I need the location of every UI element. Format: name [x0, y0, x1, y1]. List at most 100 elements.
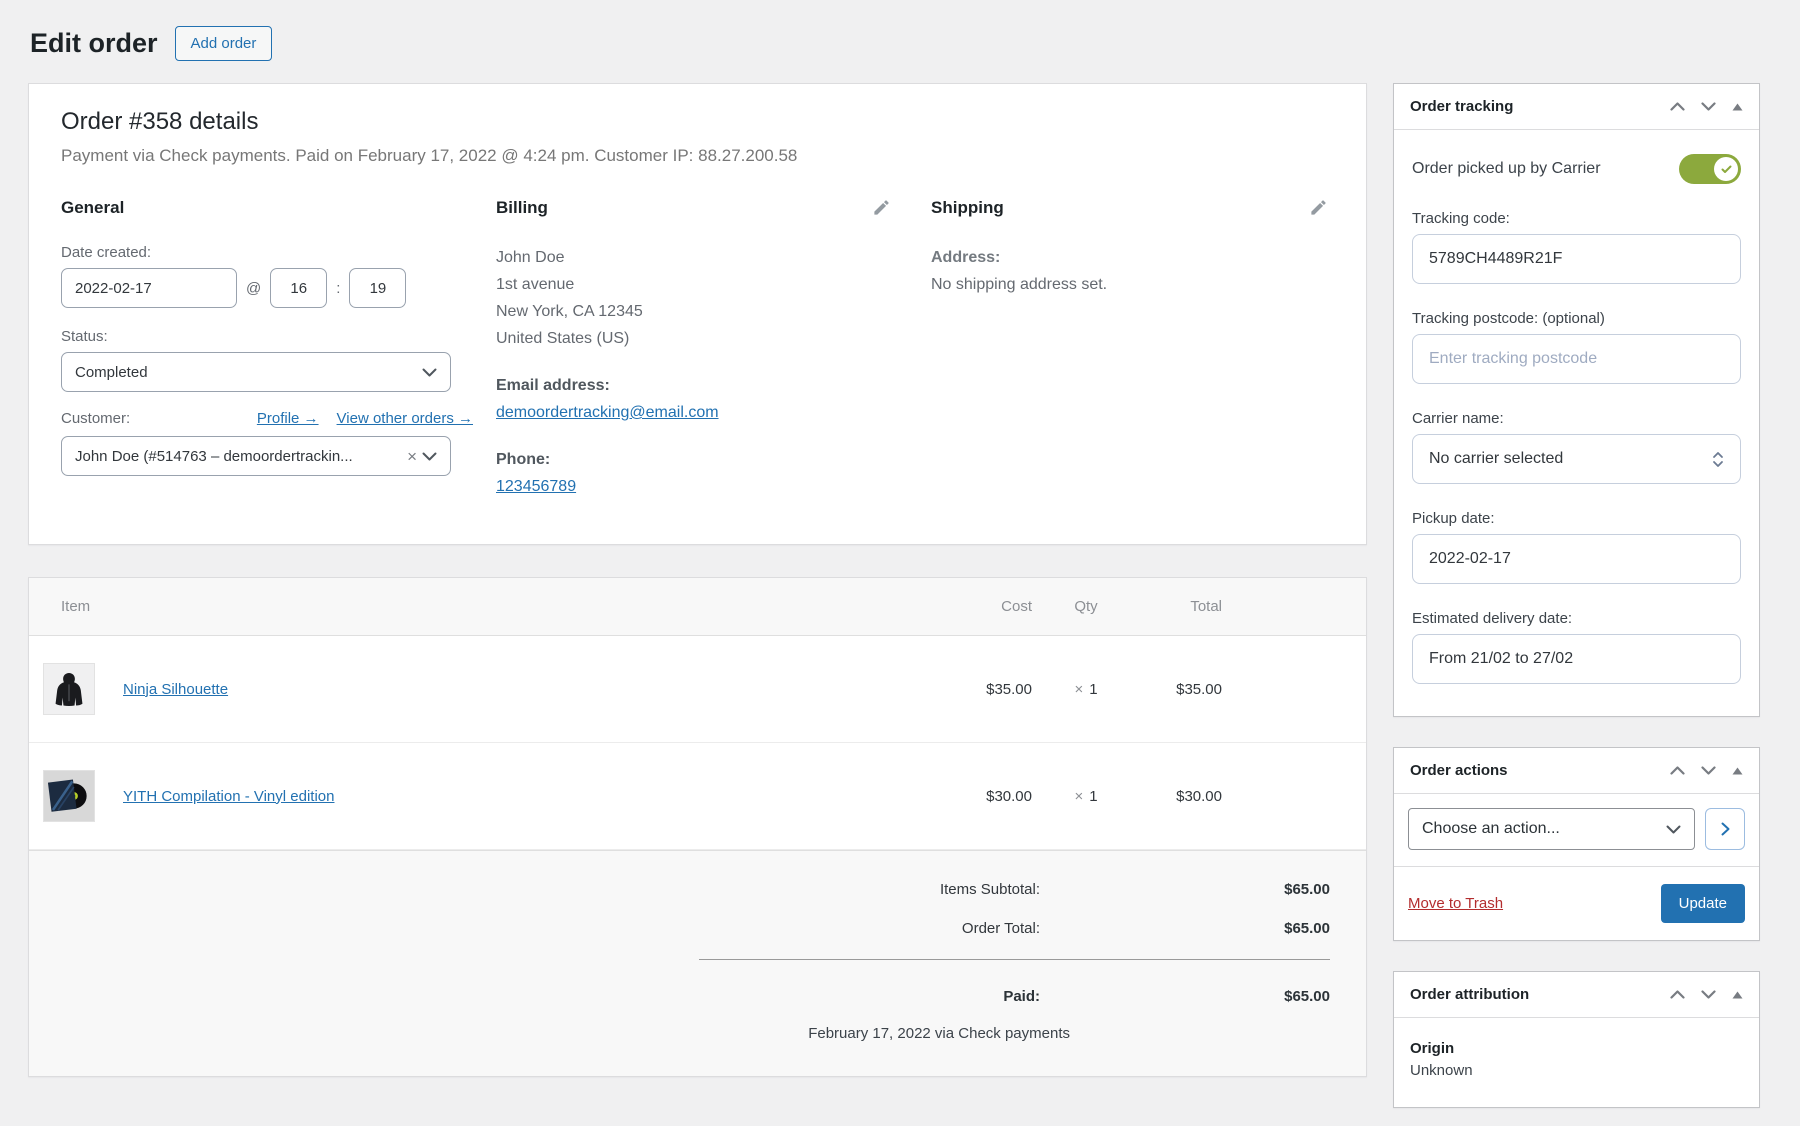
collapse-panel-button[interactable]: [1732, 103, 1743, 111]
pencil-icon: [872, 198, 891, 217]
order-details-columns: General Date created: @ : Status: Com: [61, 198, 1334, 500]
product-link[interactable]: YITH Compilation - Vinyl edition: [123, 788, 334, 805]
items-subtotal-row: Items Subtotal: $65.00: [65, 881, 1330, 898]
chevron-down-icon: [1701, 990, 1716, 999]
order-tracking-body: Order picked up by Carrier Tracking code…: [1394, 130, 1759, 716]
chevron-down-icon: [422, 368, 437, 377]
tracking-postcode-group: Tracking postcode: (optional): [1412, 310, 1741, 384]
profile-link[interactable]: Profile →: [257, 410, 319, 427]
shipping-heading: Shipping: [931, 198, 1004, 218]
billing-name: John Doe: [496, 244, 931, 271]
item-cost: $30.00: [946, 743, 1046, 850]
move-up-button[interactable]: [1670, 102, 1685, 111]
delivery-date-input[interactable]: [1412, 634, 1741, 684]
collapse-panel-button[interactable]: [1732, 767, 1743, 775]
billing-phone-link[interactable]: 123456789: [496, 478, 576, 495]
order-total-label: Order Total:: [962, 920, 1040, 937]
triangle-up-icon: [1732, 767, 1743, 775]
paid-value: $65.00: [1040, 988, 1330, 1005]
general-section: General Date created: @ : Status: Com: [61, 198, 496, 500]
origin-value: Unknown: [1410, 1062, 1743, 1079]
cost-column-header: Cost: [946, 578, 1046, 636]
triangle-up-icon: [1732, 103, 1743, 111]
billing-phone-label: Phone:: [496, 446, 931, 473]
move-to-trash-link[interactable]: Move to Trash: [1408, 895, 1503, 912]
carrier-select[interactable]: No carrier selected: [1412, 434, 1741, 484]
pickup-date-input[interactable]: [1412, 534, 1741, 584]
billing-address-line: United States (US): [496, 325, 931, 352]
product-thumbnail-vinyl: [43, 770, 95, 822]
shipping-section: Shipping Address: No shipping address se…: [931, 198, 1334, 500]
picked-up-toggle[interactable]: [1679, 154, 1741, 184]
chevron-right-icon: [1721, 822, 1730, 836]
customer-select[interactable]: John Doe (#514763 – demoordertrackin... …: [61, 436, 451, 476]
order-totals: Items Subtotal: $65.00 Order Total: $65.…: [29, 850, 1366, 1076]
move-up-button[interactable]: [1670, 990, 1685, 999]
order-action-select-value: Choose an action...: [1422, 820, 1560, 838]
update-button[interactable]: Update: [1661, 884, 1745, 923]
shipping-address-value: No shipping address set.: [931, 271, 1334, 298]
items-subtotal-label: Items Subtotal:: [940, 881, 1040, 898]
billing-email-link[interactable]: demoordertracking@email.com: [496, 404, 719, 421]
date-created-row: @ :: [61, 268, 496, 308]
vinyl-image: [48, 775, 90, 817]
items-header-row: Item Cost Qty Total: [29, 578, 1366, 636]
order-details-title: Order #358 details: [61, 108, 1334, 136]
qty-column-header: Qty: [1046, 578, 1126, 636]
move-down-button[interactable]: [1701, 102, 1716, 111]
item-column-header: Item: [29, 578, 946, 636]
edit-billing-button[interactable]: [872, 198, 891, 217]
delivery-date-label: Estimated delivery date:: [1412, 610, 1741, 627]
shipping-section-head: Shipping: [931, 198, 1334, 220]
billing-address-line: 1st avenue: [496, 271, 931, 298]
order-attribution-body: Origin Unknown: [1394, 1018, 1759, 1107]
status-select-value: Completed: [75, 364, 416, 381]
page-title: Edit order: [30, 28, 158, 59]
table-row: Ninja Silhouette $35.00 ×1 $35.00: [29, 636, 1366, 743]
order-items-table: Item Cost Qty Total: [29, 578, 1366, 850]
billing-email-label: Email address:: [496, 372, 931, 399]
view-other-orders-link[interactable]: View other orders →: [337, 410, 473, 427]
order-action-select[interactable]: Choose an action...: [1408, 808, 1695, 850]
customer-select-value: John Doe (#514763 – demoordertrackin...: [75, 448, 401, 465]
sidebar: Order tracking Order picked up by Carrie…: [1393, 83, 1760, 1108]
paid-row: Paid: $65.00: [699, 988, 1330, 1005]
tracking-postcode-input[interactable]: [1412, 334, 1741, 384]
billing-section-head: Billing: [496, 198, 931, 220]
date-created-input[interactable]: [61, 268, 237, 308]
add-order-button[interactable]: Add order: [175, 26, 273, 61]
general-section-head: General: [61, 198, 496, 220]
apply-action-button[interactable]: [1705, 808, 1745, 850]
select-updown-icon: [1712, 451, 1724, 468]
product-link[interactable]: Ninja Silhouette: [123, 681, 228, 698]
clear-selection-icon[interactable]: ×: [407, 448, 417, 465]
origin-label: Origin: [1410, 1040, 1743, 1057]
order-details-panel: Order #358 details Payment via Check pay…: [28, 83, 1367, 545]
move-down-button[interactable]: [1701, 766, 1716, 775]
hoodie-image: [48, 668, 90, 710]
tracking-code-input[interactable]: [1412, 234, 1741, 284]
chevron-down-icon: [1701, 102, 1716, 111]
minute-input[interactable]: [349, 268, 406, 308]
edit-shipping-button[interactable]: [1309, 198, 1328, 217]
collapse-panel-button[interactable]: [1732, 991, 1743, 999]
chevron-up-icon: [1670, 990, 1685, 999]
order-details-subtitle: Payment via Check payments. Paid on Febr…: [61, 146, 1334, 166]
move-up-button[interactable]: [1670, 766, 1685, 775]
status-select[interactable]: Completed: [61, 352, 451, 392]
pickup-date-label: Pickup date:: [1412, 510, 1741, 527]
order-attribution-panel: Order attribution Origin Unknown: [1393, 971, 1760, 1108]
hour-input[interactable]: [270, 268, 327, 308]
check-icon: [1721, 165, 1732, 174]
order-tracking-header: Order tracking: [1394, 84, 1759, 130]
move-down-button[interactable]: [1701, 990, 1716, 999]
billing-heading: Billing: [496, 198, 548, 218]
order-tracking-title: Order tracking: [1410, 98, 1513, 115]
status-label: Status:: [61, 328, 496, 345]
order-tracking-panel: Order tracking Order picked up by Carrie…: [1393, 83, 1760, 717]
item-cost: $35.00: [946, 636, 1046, 743]
item-total: $35.00: [1126, 636, 1236, 743]
picked-up-label: Order picked up by Carrier: [1412, 160, 1601, 178]
tracking-code-group: Tracking code:: [1412, 210, 1741, 284]
order-total-value: $65.00: [1040, 920, 1330, 937]
